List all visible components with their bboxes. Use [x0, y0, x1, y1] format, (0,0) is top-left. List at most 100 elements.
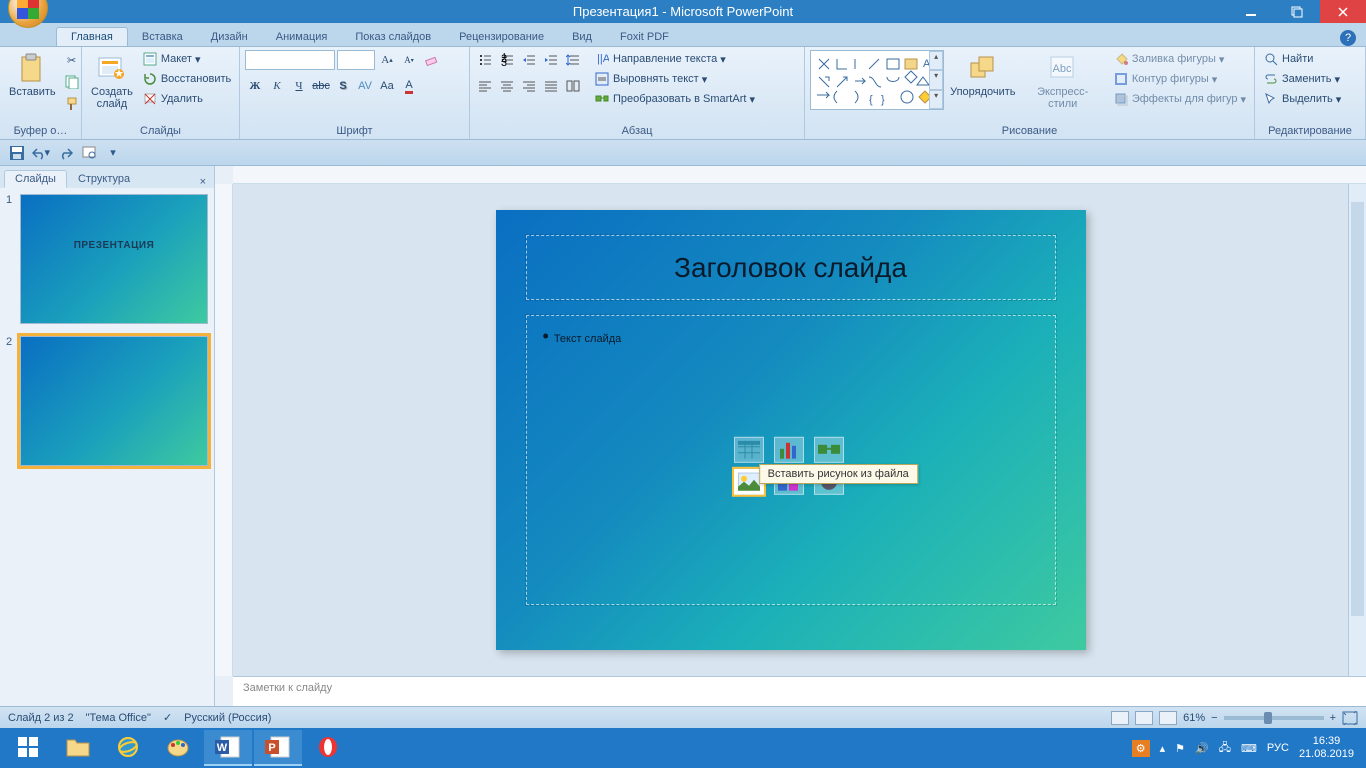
new-slide-button[interactable]: ★ Создать слайд — [87, 50, 137, 112]
taskbar-word[interactable]: W — [204, 730, 252, 766]
tab-animation[interactable]: Анимация — [262, 28, 342, 46]
insert-smartart-icon[interactable] — [814, 437, 844, 463]
qat-more-button[interactable]: ▾ — [104, 144, 122, 162]
spellcheck-icon[interactable]: ✓ — [163, 711, 172, 724]
slide-canvas[interactable]: Заголовок слайда • Текст слайда Вставить… — [233, 184, 1348, 676]
justify-button[interactable] — [541, 76, 561, 96]
reset-button[interactable]: Восстановить — [139, 70, 234, 88]
layout-button[interactable]: Макет ▾ — [139, 50, 234, 68]
shape-effects-button[interactable]: Эффекты для фигур ▾ — [1110, 90, 1249, 108]
copy-button[interactable] — [62, 72, 82, 92]
shape-fill-button[interactable]: Заливка фигуры ▾ — [1110, 50, 1249, 68]
increase-font-button[interactable]: A▴ — [377, 50, 397, 70]
delete-slide-button[interactable]: Удалить — [139, 90, 234, 108]
insert-table-icon[interactable] — [734, 437, 764, 463]
save-button[interactable] — [8, 144, 26, 162]
quick-styles-button[interactable]: Abc Экспресс-стили — [1022, 50, 1104, 112]
paste-button[interactable]: Вставить — [5, 50, 60, 100]
shadow-button[interactable]: S — [333, 76, 353, 96]
tray-app-icon[interactable]: ⚙ — [1132, 740, 1150, 757]
view-slideshow-button[interactable] — [1159, 711, 1177, 725]
tab-foxit[interactable]: Foxit PDF — [606, 28, 683, 46]
content-placeholder[interactable]: • Текст слайда Вставить рисунок из файла — [526, 315, 1056, 605]
find-button[interactable]: Найти — [1260, 50, 1344, 68]
close-button[interactable] — [1320, 0, 1366, 23]
increase-indent-button[interactable] — [541, 50, 561, 70]
scrollbar-vertical[interactable] — [1348, 184, 1366, 676]
align-left-button[interactable] — [475, 76, 495, 96]
taskbar-opera[interactable] — [304, 730, 352, 766]
minimize-button[interactable] — [1228, 0, 1274, 23]
smartart-button[interactable]: Преобразовать в SmartArt ▾ — [591, 90, 758, 108]
align-text-button[interactable]: Выровнять текст ▾ — [591, 70, 758, 88]
view-sorter-button[interactable] — [1135, 711, 1153, 725]
underline-button[interactable]: Ч — [289, 76, 309, 96]
tray-clock[interactable]: 16:39 21.08.2019 — [1299, 735, 1354, 761]
title-placeholder[interactable]: Заголовок слайда — [526, 235, 1056, 300]
font-color-button[interactable]: A — [399, 76, 419, 96]
select-button[interactable]: Выделить ▾ — [1260, 90, 1344, 108]
redo-button[interactable] — [56, 144, 74, 162]
tray-keyboard-icon[interactable]: ⌨ — [1241, 742, 1257, 755]
taskbar-explorer[interactable] — [54, 730, 102, 766]
start-button[interactable] — [4, 730, 52, 766]
slide-thumb-1[interactable]: 1 ПРЕЗЕНТАЦИЯ — [6, 194, 208, 324]
tab-design[interactable]: Дизайн — [197, 28, 262, 46]
help-button[interactable]: ? — [1340, 30, 1356, 46]
font-name-combo[interactable] — [245, 50, 335, 70]
gallery-down[interactable]: ▾ — [929, 70, 943, 89]
decrease-font-button[interactable]: A▾ — [399, 50, 419, 70]
strike-button[interactable]: abc — [311, 76, 331, 96]
numbering-button[interactable]: 123 — [497, 50, 517, 70]
taskbar-ie[interactable] — [104, 730, 152, 766]
slide-thumb-2[interactable]: 2 — [6, 336, 208, 466]
zoom-in-button[interactable]: + — [1330, 712, 1336, 724]
shapes-gallery[interactable]: A≡ {} ▴▾▾ — [810, 50, 944, 110]
ruler-vertical[interactable] — [215, 184, 233, 676]
text-direction-button[interactable]: ||AНаправление текста ▾ — [591, 50, 758, 68]
char-spacing-button[interactable]: AV — [355, 76, 375, 96]
tray-language[interactable]: РУС — [1267, 742, 1289, 754]
bullets-button[interactable] — [475, 50, 495, 70]
tray-network-icon[interactable]: 🖧 — [1219, 739, 1231, 758]
clear-format-button[interactable] — [421, 50, 441, 70]
tab-slideshow[interactable]: Показ слайдов — [341, 28, 445, 46]
decrease-indent-button[interactable] — [519, 50, 539, 70]
tab-home[interactable]: Главная — [56, 27, 128, 46]
office-button[interactable] — [8, 0, 48, 28]
tab-review[interactable]: Рецензирование — [445, 28, 558, 46]
line-spacing-button[interactable] — [563, 50, 583, 70]
change-case-button[interactable]: Aa — [377, 76, 397, 96]
taskbar-powerpoint[interactable]: P — [254, 730, 302, 766]
zoom-value[interactable]: 61% — [1183, 712, 1205, 724]
font-size-combo[interactable] — [337, 50, 375, 70]
columns-button[interactable] — [563, 76, 583, 96]
replace-button[interactable]: Заменить ▾ — [1260, 70, 1344, 88]
status-language[interactable]: Русский (Россия) — [184, 712, 271, 724]
tray-flag-icon[interactable]: ⚑ — [1175, 742, 1185, 755]
print-preview-button[interactable] — [80, 144, 98, 162]
slide[interactable]: Заголовок слайда • Текст слайда Вставить… — [496, 210, 1086, 650]
panel-close-button[interactable]: × — [196, 176, 210, 188]
zoom-slider[interactable] — [1224, 716, 1324, 720]
gallery-more[interactable]: ▾ — [929, 90, 943, 109]
shape-outline-button[interactable]: Контур фигуры ▾ — [1110, 70, 1249, 88]
cut-button[interactable]: ✂ — [62, 50, 82, 70]
taskbar-paint[interactable] — [154, 730, 202, 766]
insert-chart-icon[interactable] — [774, 437, 804, 463]
arrange-button[interactable]: Упорядочить — [946, 50, 1019, 100]
fit-button[interactable] — [1342, 711, 1358, 725]
gallery-up[interactable]: ▴ — [929, 51, 943, 70]
notes-pane[interactable]: Заметки к слайду — [233, 676, 1366, 706]
tray-sound-icon[interactable]: 🔊 — [1195, 742, 1209, 755]
align-center-button[interactable] — [497, 76, 517, 96]
maximize-button[interactable] — [1274, 0, 1320, 23]
align-right-button[interactable] — [519, 76, 539, 96]
slides-tab[interactable]: Слайды — [4, 170, 67, 188]
ruler-horizontal[interactable] — [233, 166, 1366, 184]
tray-up-icon[interactable]: ▴ — [1160, 742, 1166, 755]
outline-tab[interactable]: Структура — [67, 170, 141, 188]
italic-button[interactable]: К — [267, 76, 287, 96]
undo-button[interactable]: ▾ — [32, 144, 50, 162]
view-normal-button[interactable] — [1111, 711, 1129, 725]
